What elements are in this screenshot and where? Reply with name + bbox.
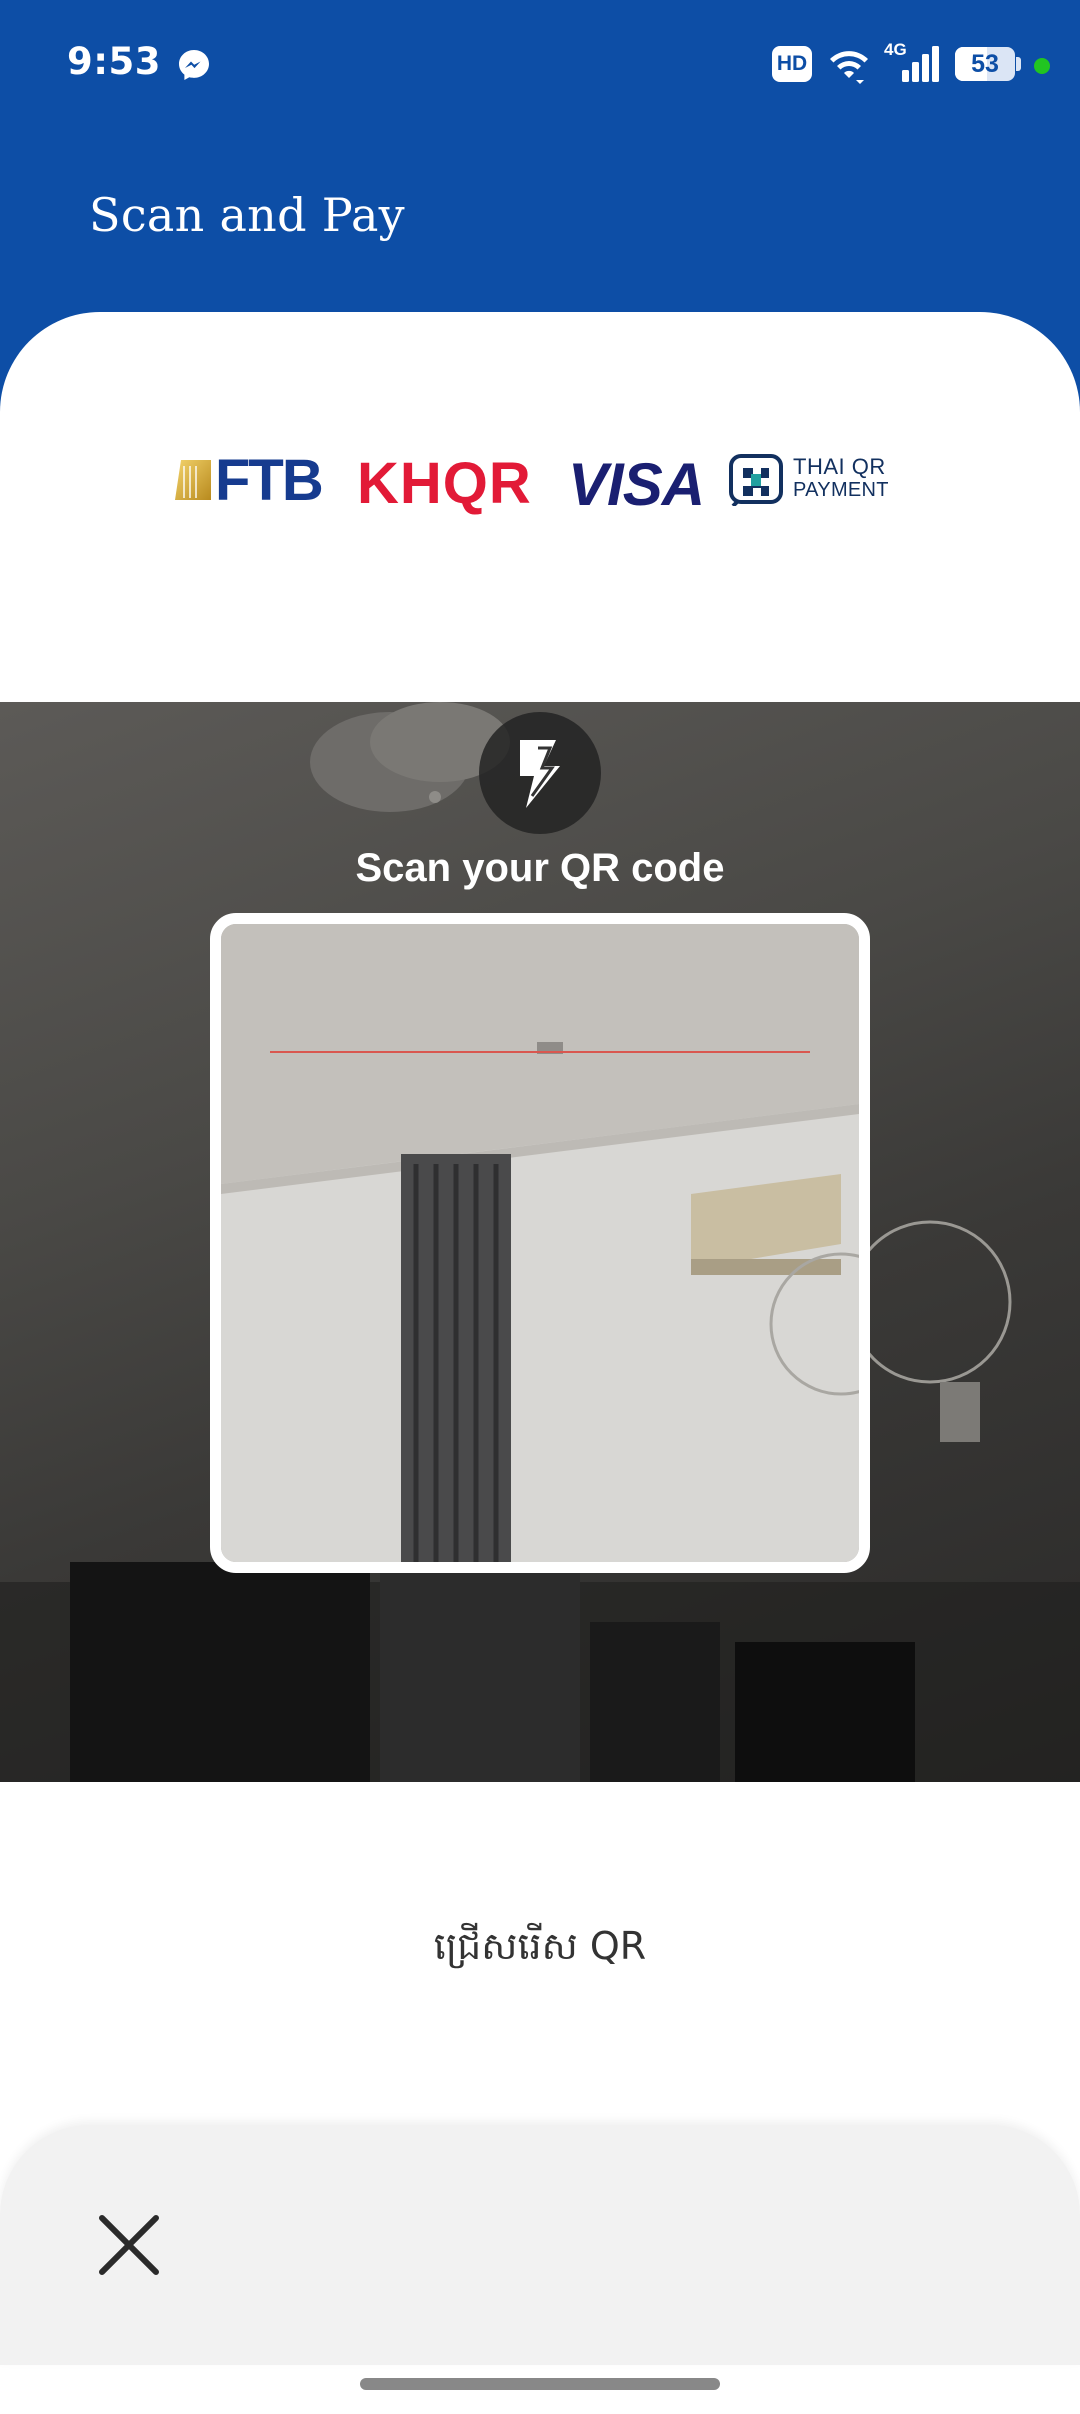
payment-logos: FTB KHQR VISA THAI QR PAYMENT [175,447,895,518]
battery-percent: 53 [971,50,999,78]
wifi-icon [830,51,868,84]
scan-instruction: Scan your QR code [355,846,725,890]
ftb-logo: FTB [175,447,324,513]
thai-qr-icon [729,454,783,506]
page-title: Scan and Pay [89,188,405,242]
messenger-icon [179,50,209,80]
flash-icon [520,740,560,808]
close-icon [99,2215,159,2275]
scan-frame [210,913,870,1573]
battery-indicator: 53 [955,47,1015,81]
flash-toggle-button[interactable] [479,712,601,834]
viewfinder-scene [221,924,859,1562]
close-button[interactable] [92,2208,166,2282]
scan-line [270,1051,810,1053]
khqr-logo: KHQR [357,451,532,516]
visa-logo: VISA [568,451,705,518]
ftb-mark-icon [175,460,211,500]
thai-qr-payment-logo: THAI QR PAYMENT [729,452,899,508]
status-bar: 9:53 HD 4G 53 [0,0,1080,130]
thai-qr-line1: THAI QR [793,454,886,479]
battery-tip [1016,57,1021,71]
home-indicator[interactable] [360,2378,720,2390]
status-time: 9:53 [67,40,162,83]
thai-qr-line2: PAYMENT [793,479,889,501]
signal-icon [902,46,939,82]
privacy-indicator-dot [1034,58,1050,74]
ftb-wordmark: FTB [215,447,324,513]
hd-badge: HD [772,46,812,82]
choose-qr-button[interactable]: ជ្រើសរើស QR [0,1922,1080,1978]
